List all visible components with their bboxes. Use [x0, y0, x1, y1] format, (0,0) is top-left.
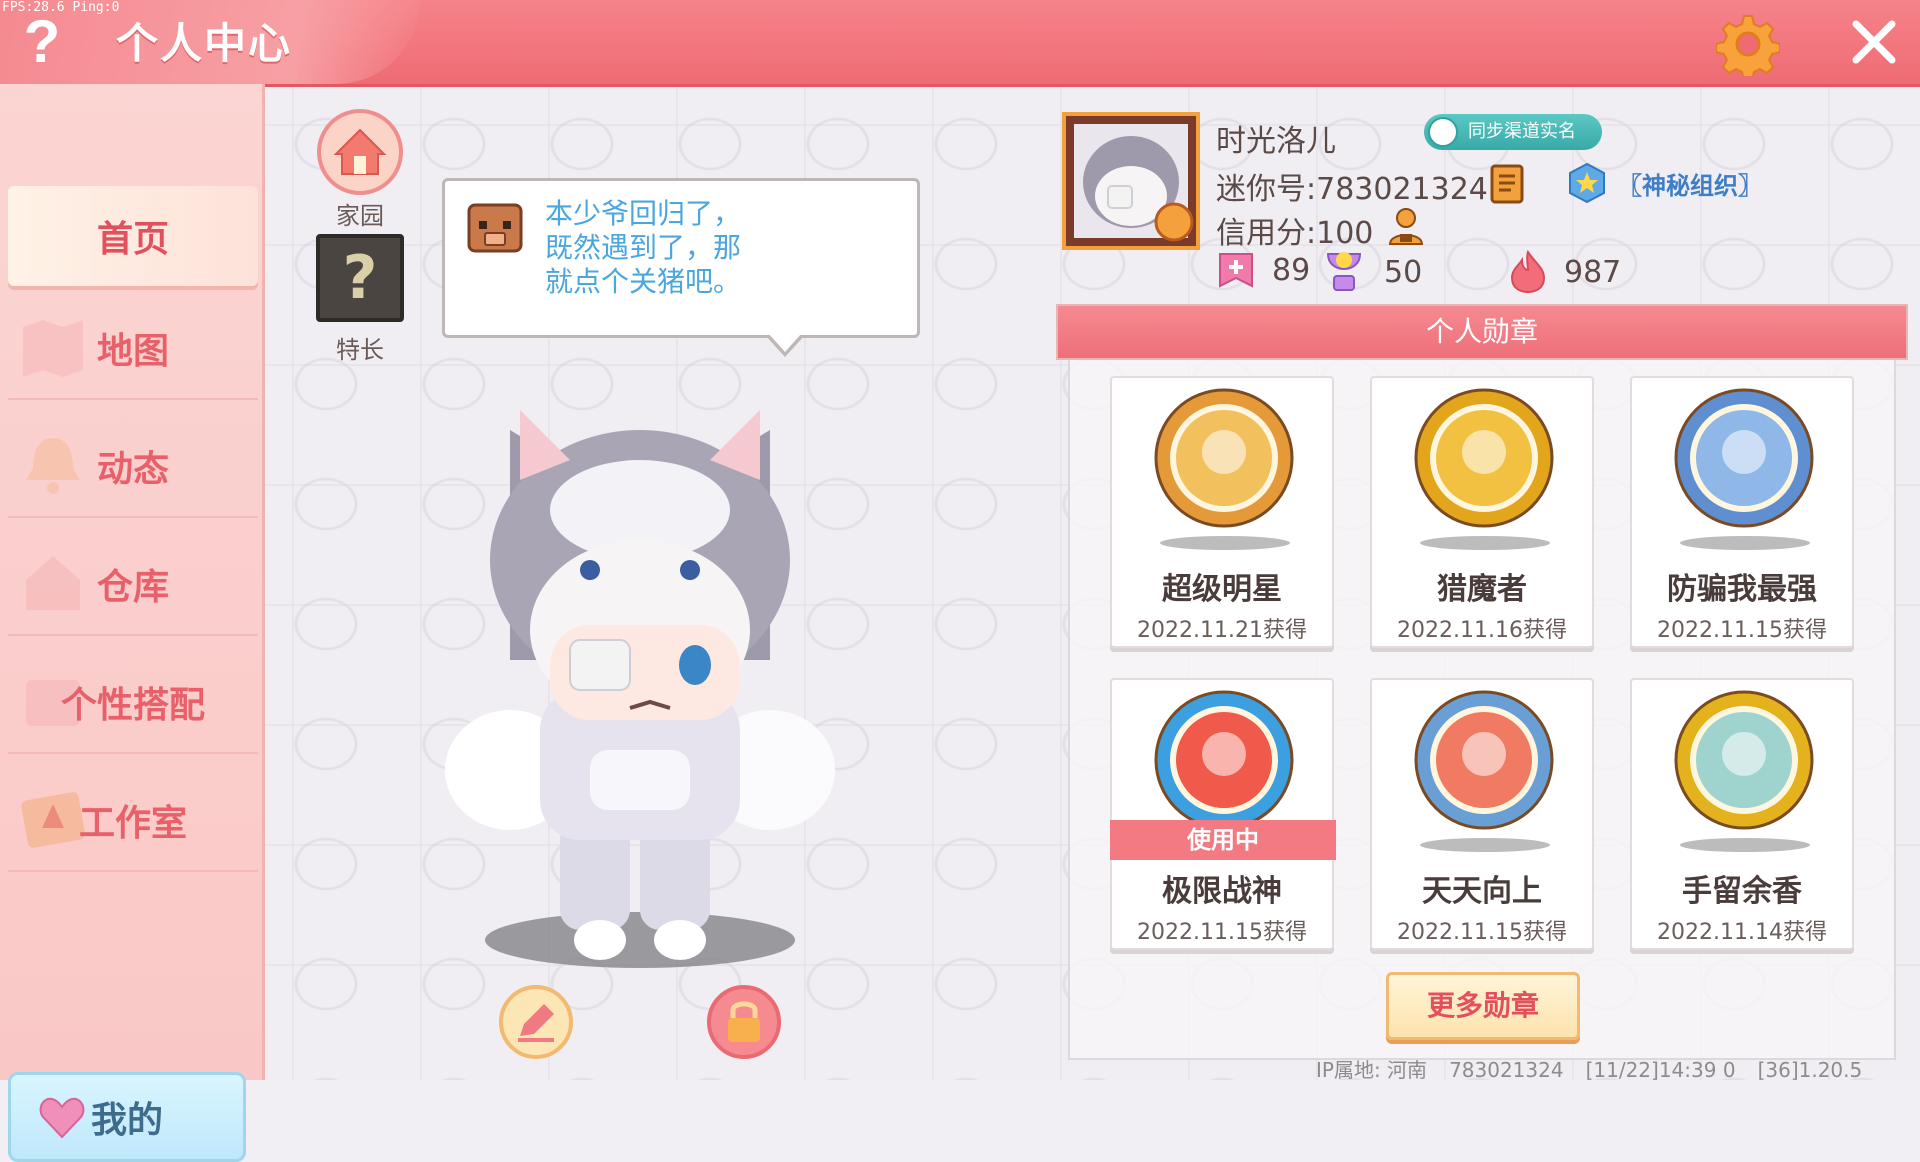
footer-version: [36]1.20.5 — [1757, 1058, 1863, 1082]
footer-info: IP属地: 河南 783021324 [11/22]14:39 0 [36]1.20.… — [1316, 1054, 1884, 1083]
edit-button[interactable] — [498, 984, 574, 1060]
medal-date: 2022.11.14获得 — [1657, 920, 1827, 945]
sidebar-item-outfit[interactable]: 个性搭配 — [8, 652, 258, 754]
medal-icon — [1674, 388, 1814, 528]
medal-card[interactable]: 天天向上 2022.11.15获得 — [1370, 678, 1594, 950]
medal-date: 2022.11.15获得 — [1137, 920, 1307, 945]
sidebar-item-label: 个性搭配 — [60, 685, 205, 726]
medal-shadow — [1160, 536, 1290, 550]
medal-icon — [1154, 690, 1294, 830]
mine-button[interactable]: 我的 — [8, 1072, 246, 1162]
sidebar-item-map[interactable]: 地图 — [8, 298, 258, 400]
sidebar-item-label: 地图 — [96, 331, 169, 372]
plus-flag-icon — [1219, 253, 1253, 288]
realname-label: 同步渠道实名 — [1468, 121, 1576, 142]
sidebar-item-label: 动态 — [96, 449, 169, 490]
lock-button[interactable] — [706, 984, 782, 1060]
stat-trophy: 50 — [1320, 250, 1422, 294]
medal-name: 天天向上 — [1422, 874, 1542, 909]
medal-shadow — [1420, 536, 1550, 550]
medal-icon — [1154, 388, 1294, 528]
stat-flags: 89 — [1216, 250, 1310, 290]
bell-icon — [26, 438, 80, 494]
copy-icon[interactable] — [1488, 162, 1528, 204]
organization-link[interactable]: 〖神秘组织〗 — [1618, 166, 1762, 201]
medal-date: 2022.11.15获得 — [1657, 618, 1827, 643]
sidebar-item-label: 首页 — [96, 219, 169, 260]
user-check-icon — [1428, 117, 1458, 147]
more-medals-button[interactable]: 更多勋章 — [1386, 972, 1580, 1040]
medal-card[interactable]: 猎魔者 2022.11.16获得 — [1370, 376, 1594, 648]
footer-time: [11/22]14:39 0 — [1585, 1058, 1736, 1082]
skill-label: 特长 — [336, 336, 384, 364]
realname-badge[interactable]: 同步渠道实名 — [1424, 114, 1602, 150]
medal-name: 手留余香 — [1682, 874, 1802, 909]
user-credit-icon[interactable] — [1384, 204, 1428, 248]
profile-avatar[interactable] — [1062, 112, 1200, 250]
sidebar-item-label: 仓库 — [96, 567, 169, 608]
medals-panel: 超级明星 2022.11.21获得 猎魔者 2022.11.16获得 防骗我最强 2022… — [1068, 360, 1896, 1060]
mine-label: 我的 — [90, 1100, 163, 1141]
medal-shadow — [1680, 536, 1810, 550]
speech-bubble: 本少爷回归了， 既然遇到了，那 就点个关猪吧。 — [442, 178, 920, 357]
medals-header: 个人勋章 — [1056, 304, 1908, 360]
flame-icon — [1510, 250, 1546, 294]
stat-value: 89 — [1272, 252, 1311, 288]
medal-card[interactable]: 防骗我最强 2022.11.15获得 — [1630, 376, 1854, 648]
stat-popularity: 987 — [1508, 250, 1621, 294]
ip-location: IP属地: 河南 — [1316, 1058, 1428, 1082]
bubble-text: 本少爷回归了， 既然遇到了，那 就点个关猪吧。 — [545, 197, 742, 298]
home-garden-button[interactable] — [316, 108, 404, 196]
medal-icon — [1414, 388, 1554, 528]
sidebar: 首页 地图 动态 仓库 个性搭配 工作室 我的 — [0, 84, 265, 1162]
medal-card[interactable]: 使用中极限战神 2022.11.15获得 — [1110, 678, 1336, 950]
medal-icon — [1674, 690, 1814, 830]
footer-uid: 783021324 — [1449, 1058, 1564, 1082]
character-avatar[interactable] — [440, 390, 860, 990]
medal-card[interactable]: 超级明星 2022.11.21获得 — [1110, 376, 1334, 648]
medal-date: 2022.11.16获得 — [1397, 618, 1567, 643]
heart-icon — [39, 1097, 85, 1139]
medal-card[interactable]: 手留余香 2022.11.14获得 — [1630, 678, 1854, 950]
sidebar-item-studio[interactable]: 工作室 — [8, 770, 258, 872]
sidebar-item-storage[interactable]: 仓库 — [8, 534, 258, 636]
sidebar-item-home[interactable]: 首页 — [8, 186, 258, 286]
stat-value: 987 — [1564, 254, 1622, 290]
medal-shadow — [1680, 838, 1810, 852]
skill-button[interactable]: ? — [316, 234, 404, 322]
studio-icon — [21, 792, 85, 848]
medal-name: 防骗我最强 — [1667, 572, 1817, 607]
map-icon — [23, 320, 83, 377]
close-icon[interactable] — [1846, 14, 1902, 70]
medal-shadow — [1420, 838, 1550, 852]
sidebar-item-label: 工作室 — [78, 803, 187, 844]
medal-date: 2022.11.15获得 — [1397, 920, 1567, 945]
home-label: 家园 — [336, 202, 384, 230]
question-icon[interactable]: ? — [14, 8, 70, 76]
sidebar-item-feed[interactable]: 动态 — [8, 416, 258, 518]
organization-icon — [1569, 162, 1605, 204]
medal-date: 2022.11.21获得 — [1137, 618, 1307, 643]
credit-score: 信用分:100 — [1216, 216, 1374, 251]
stat-value: 50 — [1384, 254, 1423, 290]
medal-icon — [1414, 690, 1554, 830]
top-bar: FPS:28.6 Ping:0 ? 个人中心 — [0, 0, 1920, 87]
medal-name: 极限战神 — [1162, 874, 1282, 909]
mini-id: 迷你号:783021324 — [1216, 172, 1488, 207]
pig-avatar-icon — [467, 203, 523, 253]
medal-name: 超级明星 — [1162, 572, 1282, 607]
page-title: 个人中心 — [116, 19, 293, 68]
medal-name: 猎魔者 — [1437, 572, 1527, 607]
gear-icon[interactable] — [1716, 12, 1780, 76]
house-icon — [26, 556, 80, 610]
trophy-icon — [1326, 252, 1362, 291]
nickname: 时光洛儿 — [1216, 124, 1336, 159]
in-use-badge: 使用中 — [1110, 820, 1336, 860]
